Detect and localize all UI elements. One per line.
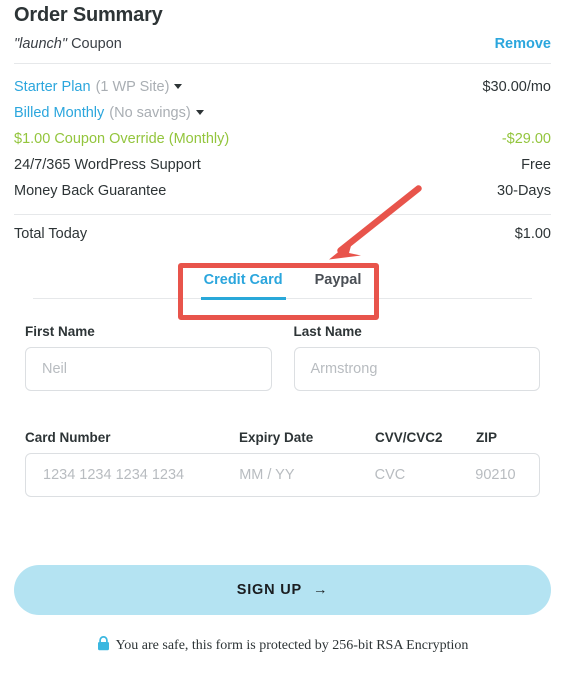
red-highlight-box bbox=[178, 263, 379, 320]
line-item-label: $1.00 Coupon Override (Monthly) bbox=[14, 126, 229, 152]
line-item-name: Money Back Guarantee bbox=[14, 183, 167, 199]
lock-icon bbox=[97, 636, 109, 651]
security-notice-text: You are safe, this form is protected by … bbox=[115, 638, 469, 653]
summary-divider-total bbox=[14, 214, 551, 215]
line-item: 24/7/365 WordPress Support Free bbox=[14, 152, 551, 178]
line-item-sub: (1 WP Site) bbox=[95, 79, 170, 95]
line-item-name: 24/7/365 WordPress Support bbox=[14, 157, 201, 173]
total-value: $1.00 bbox=[514, 226, 551, 242]
page-title: Order Summary bbox=[14, 4, 163, 26]
line-item: $1.00 Coupon Override (Monthly) -$29.00 bbox=[14, 126, 551, 152]
security-notice: You are safe, this form is protected by … bbox=[0, 636, 565, 654]
chevron-down-icon[interactable] bbox=[174, 84, 183, 89]
sign-up-label: SIGN UP bbox=[236, 582, 302, 598]
line-item-label: Billed Monthly (No savings) bbox=[14, 100, 204, 126]
card-number-input[interactable]: 1234 1234 1234 1234 bbox=[26, 467, 239, 483]
line-item: Money Back Guarantee 30-Days bbox=[14, 178, 551, 204]
line-item-name[interactable]: Starter Plan bbox=[14, 74, 91, 100]
line-item: Starter Plan (1 WP Site) $30.00/mo bbox=[14, 74, 551, 100]
checkout-page: Order Summary "launch" Coupon Remove Sta… bbox=[0, 0, 565, 673]
first-name-input[interactable]: Neil bbox=[25, 347, 272, 391]
order-summary-section: Order Summary "launch" Coupon Remove Sta… bbox=[14, 0, 551, 242]
line-item-name: $1.00 Coupon Override (Monthly) bbox=[14, 131, 230, 147]
line-item-value: 30-Days bbox=[497, 183, 551, 199]
last-name-field-group: Last Name Armstrong bbox=[293, 324, 540, 391]
zip-label: ZIP bbox=[476, 430, 498, 445]
coupon-row: "launch" Coupon Remove bbox=[14, 36, 551, 52]
card-number-label: Card Number bbox=[25, 430, 111, 445]
line-item-name[interactable]: Billed Monthly bbox=[14, 100, 104, 126]
cvv-input[interactable]: CVC bbox=[375, 467, 476, 483]
last-name-input[interactable]: Armstrong bbox=[293, 347, 540, 391]
coupon-code: "launch" bbox=[14, 36, 68, 52]
line-item-label: 24/7/365 WordPress Support bbox=[14, 152, 201, 178]
line-item-value: -$29.00 bbox=[501, 131, 551, 147]
name-row: First Name Neil Last Name Armstrong bbox=[25, 324, 540, 391]
line-item-label: Starter Plan (1 WP Site) bbox=[14, 74, 183, 100]
chevron-down-icon[interactable] bbox=[195, 110, 204, 115]
line-item-sub: (No savings) bbox=[109, 105, 191, 121]
card-labels-row: Card Number Expiry Date CVV/CVC2 ZIP bbox=[25, 430, 540, 445]
card-details-group: Card Number Expiry Date CVV/CVC2 ZIP 123… bbox=[25, 430, 540, 497]
first-name-field-group: First Name Neil bbox=[25, 324, 272, 391]
line-item-value: Free bbox=[521, 157, 551, 173]
zip-input[interactable]: 90210 bbox=[475, 467, 539, 483]
line-item: Billed Monthly (No savings) bbox=[14, 100, 551, 126]
total-label: Total Today bbox=[14, 226, 88, 242]
payment-form: First Name Neil Last Name Armstrong Card… bbox=[25, 324, 540, 497]
arrow-right-icon: → bbox=[312, 582, 329, 598]
cvv-label: CVV/CVC2 bbox=[375, 430, 443, 445]
remove-coupon-link[interactable]: Remove bbox=[495, 36, 551, 52]
expiry-input[interactable]: MM / YY bbox=[239, 467, 374, 483]
coupon-text: "launch" Coupon bbox=[14, 36, 122, 52]
last-name-label: Last Name bbox=[293, 324, 362, 339]
total-row: Total Today $1.00 bbox=[14, 224, 551, 242]
card-input-row: 1234 1234 1234 1234 MM / YY CVC 90210 bbox=[25, 453, 540, 497]
expiry-label: Expiry Date bbox=[239, 430, 314, 445]
line-item-label: Money Back Guarantee bbox=[14, 178, 166, 204]
summary-divider-top bbox=[14, 63, 551, 64]
first-name-label: First Name bbox=[25, 324, 95, 339]
line-item-value: $30.00/mo bbox=[482, 79, 551, 95]
sign-up-button[interactable]: SIGN UP → bbox=[14, 565, 551, 615]
coupon-word: Coupon bbox=[71, 36, 122, 52]
